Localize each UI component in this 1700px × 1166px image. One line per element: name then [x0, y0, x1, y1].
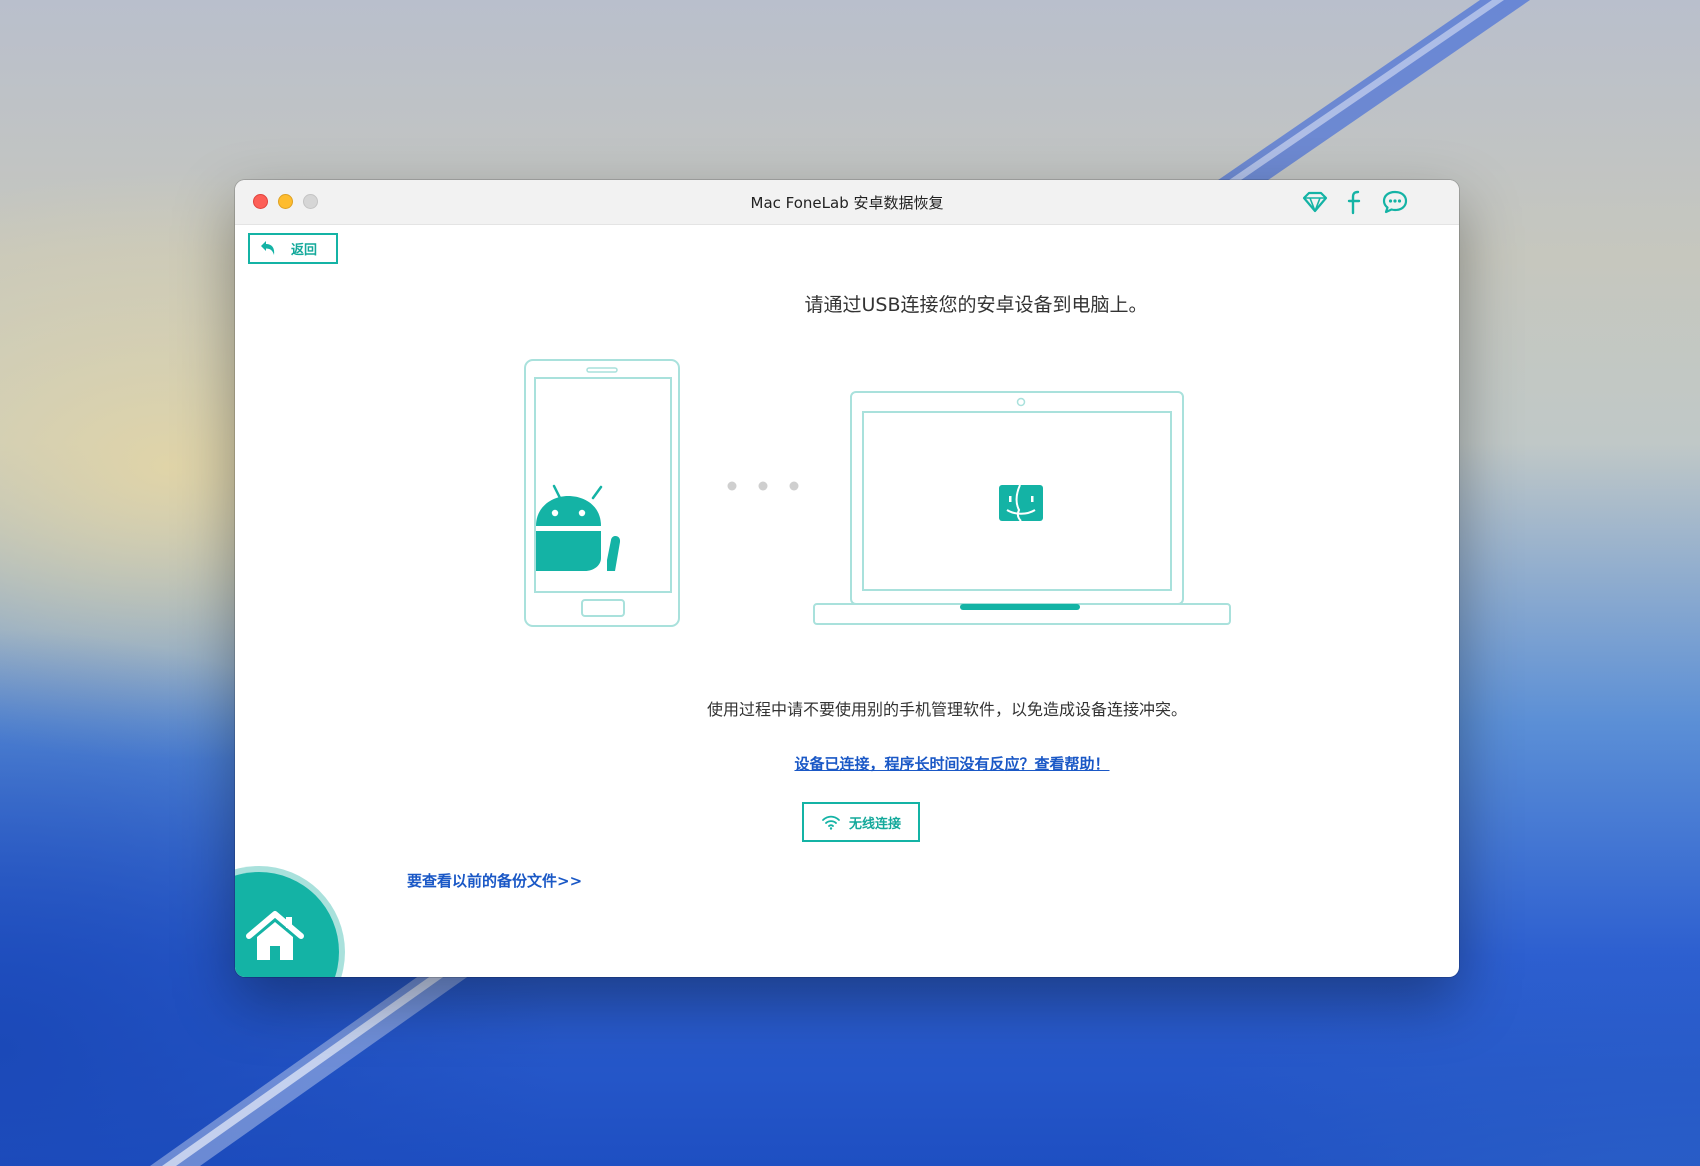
- android-phone-illustration: [524, 359, 680, 627]
- help-link[interactable]: 设备已连接，程序长时间没有反应？查看帮助！: [794, 755, 1109, 773]
- wireless-connect-label: 无线连接: [848, 816, 901, 832]
- connection-illustration: [524, 359, 1231, 627]
- app-window: Mac FoneLab 安卓数据恢复 返回 请通过USB连接您的安卓设备到电脑上…: [235, 180, 1459, 977]
- help-link-row: 设备已连接，程序长时间没有反应？查看帮助！: [235, 753, 1459, 774]
- wireless-connect-button[interactable]: 无线连接: [802, 802, 920, 842]
- conflict-warning: 使用过程中请不要使用别的手机管理软件，以免造成设备连接冲突。: [706, 700, 1187, 719]
- connection-dots-icon: [727, 481, 799, 491]
- view-backup-link[interactable]: 要查看以前的备份文件>>: [407, 870, 582, 891]
- mac-finder-icon: [999, 484, 1043, 522]
- home-button[interactable]: [235, 872, 339, 977]
- wifi-icon: [822, 815, 840, 830]
